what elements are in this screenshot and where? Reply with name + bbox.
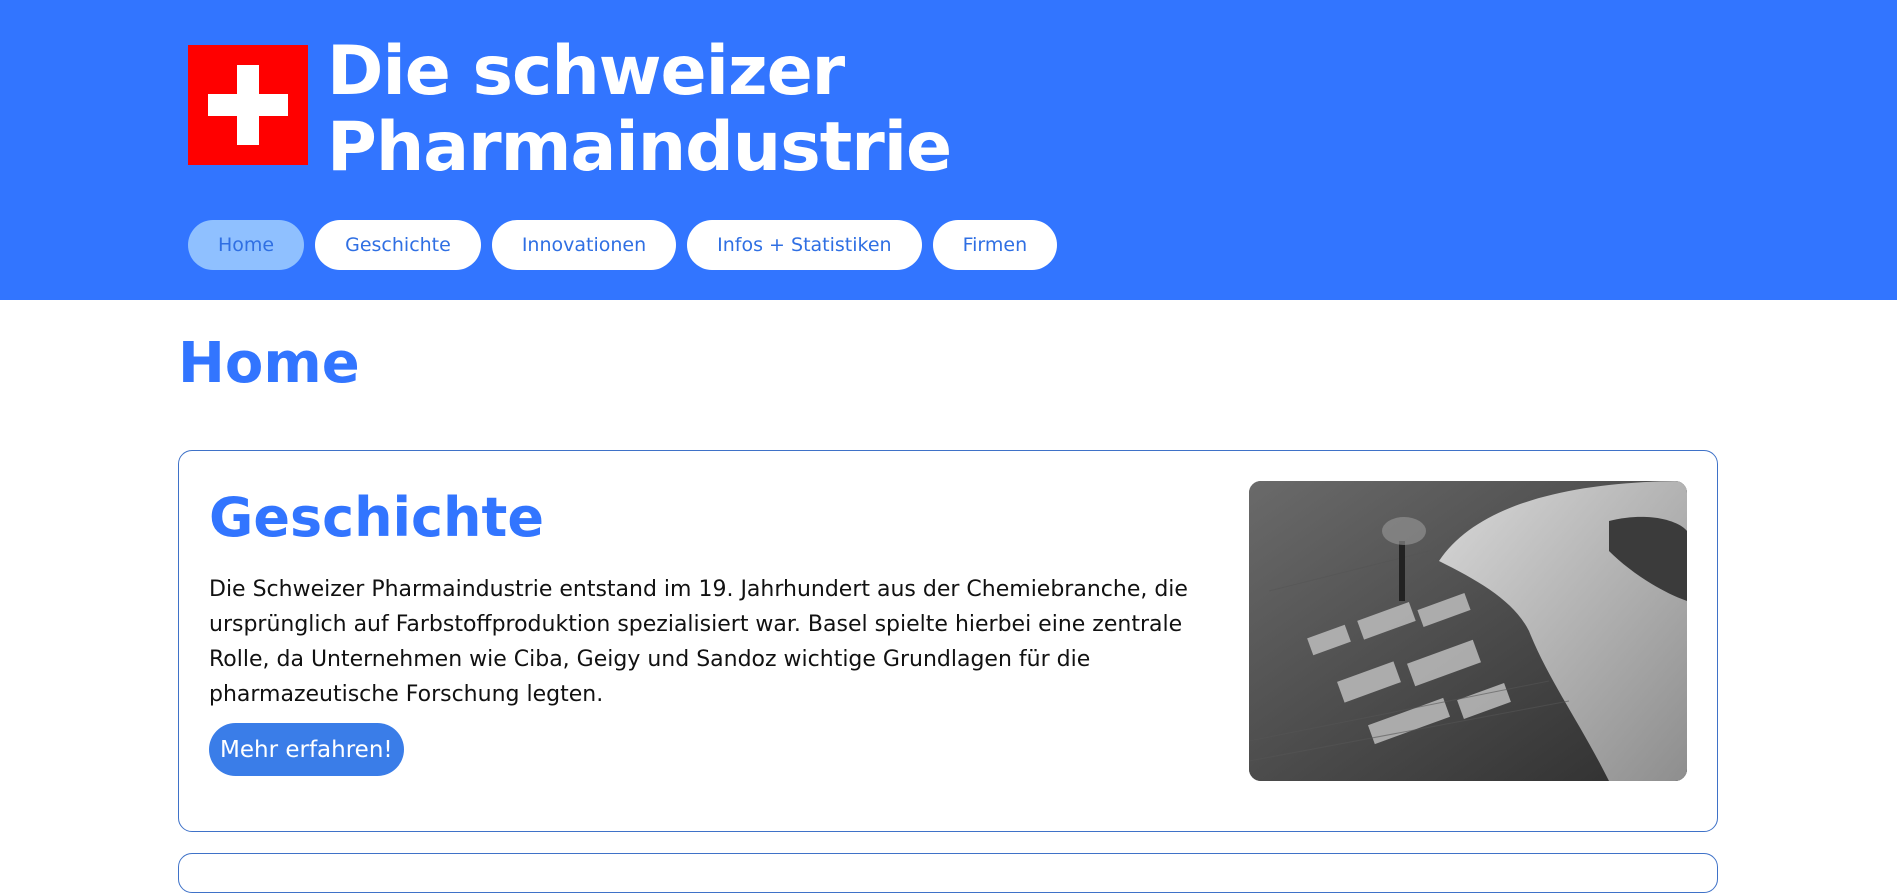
main-nav: Home Geschichte Innovationen Infos + Sta… <box>188 220 1058 270</box>
historical-aerial-photo <box>1249 481 1687 781</box>
nav-item-home[interactable]: Home <box>188 220 305 270</box>
page-title: Home <box>178 331 360 396</box>
more-info-button[interactable]: Mehr erfahren! <box>209 723 404 776</box>
nav-item-infos-statistiken[interactable]: Infos + Statistiken <box>687 220 922 270</box>
next-card <box>178 853 1718 893</box>
site-title: Die schweizer Pharmaindustrie <box>327 32 952 187</box>
card-text: Die Schweizer Pharmaindustrie entstand i… <box>209 577 1188 707</box>
card-title: Geschichte <box>209 486 544 549</box>
nav-item-firmen[interactable]: Firmen <box>932 220 1058 270</box>
nav-item-geschichte[interactable]: Geschichte <box>315 220 481 270</box>
site-title-line-2: Pharmaindustrie <box>327 108 952 187</box>
site-header: Die schweizer Pharmaindustrie Home Gesch… <box>0 0 1897 300</box>
history-card: Geschichte Die Schweizer Pharmaindustrie… <box>178 450 1718 832</box>
nav-item-innovationen[interactable]: Innovationen <box>491 220 677 270</box>
swiss-flag-icon <box>188 45 308 165</box>
site-title-line-1: Die schweizer <box>327 32 845 111</box>
